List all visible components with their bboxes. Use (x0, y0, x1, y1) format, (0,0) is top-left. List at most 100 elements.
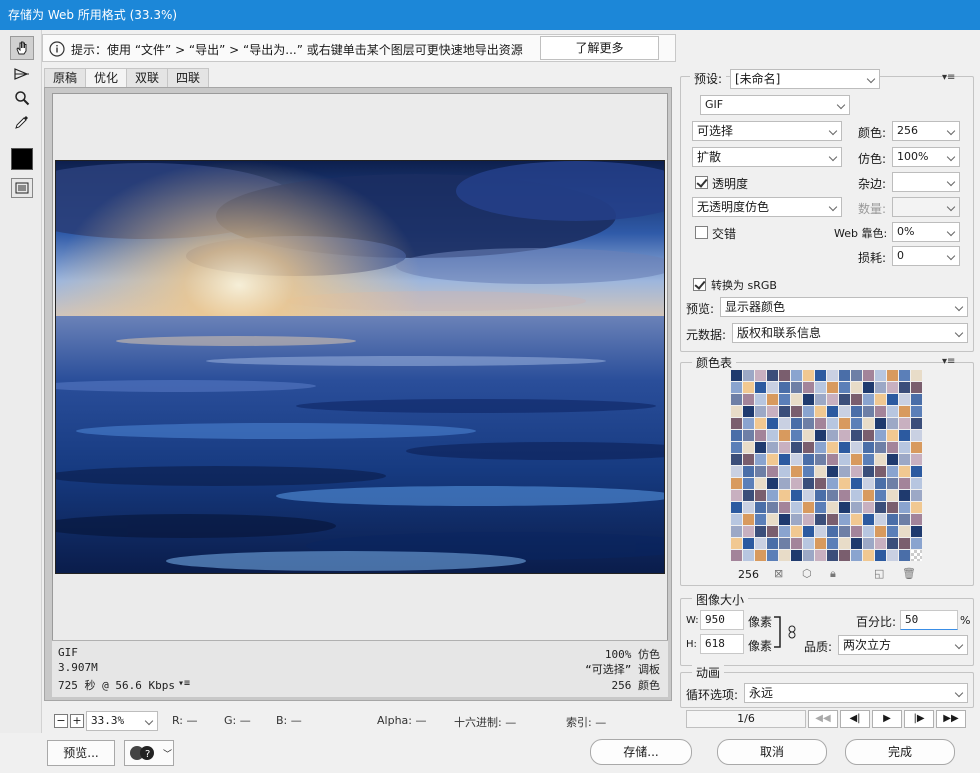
interlaced-checkbox[interactable] (695, 226, 708, 239)
color-swatch[interactable] (851, 466, 862, 477)
reduction-select[interactable]: 可选择 (692, 121, 842, 141)
color-swatch[interactable] (851, 538, 862, 549)
color-swatch[interactable] (767, 478, 778, 489)
color-swatch[interactable] (731, 430, 742, 441)
color-swatch[interactable] (803, 478, 814, 489)
color-swatch[interactable] (791, 550, 802, 561)
color-swatch[interactable] (815, 370, 826, 381)
color-swatch[interactable] (767, 502, 778, 513)
color-swatch[interactable] (887, 466, 898, 477)
color-swatch[interactable] (851, 430, 862, 441)
zoom-out-button[interactable]: − (54, 714, 68, 728)
color-swatch[interactable] (791, 454, 802, 465)
percent-field[interactable]: 50 (900, 610, 958, 630)
color-swatch[interactable] (851, 442, 862, 453)
color-swatch[interactable] (851, 418, 862, 429)
color-swatch[interactable] (815, 490, 826, 501)
slice-select-tool-icon[interactable] (10, 62, 34, 86)
color-table-menu-icon[interactable]: ▾≡ (942, 356, 955, 367)
color-swatch[interactable] (863, 466, 874, 477)
color-swatch[interactable] (755, 406, 766, 417)
color-swatch[interactable] (887, 394, 898, 405)
color-swatch[interactable] (779, 514, 790, 525)
color-swatch[interactable] (731, 526, 742, 537)
color-swatch[interactable] (911, 514, 922, 525)
first-frame-button[interactable]: ◀◀ (808, 710, 838, 728)
prev-frame-button[interactable]: ◀| (840, 710, 870, 728)
color-swatch[interactable] (767, 466, 778, 477)
color-swatch[interactable] (911, 406, 922, 417)
color-swatch[interactable] (875, 514, 886, 525)
color-swatch[interactable] (779, 430, 790, 441)
color-swatch[interactable] (767, 514, 778, 525)
color-swatch[interactable] (803, 454, 814, 465)
color-swatch[interactable] (767, 526, 778, 537)
color-swatch[interactable] (731, 478, 742, 489)
color-swatch[interactable] (815, 538, 826, 549)
color-swatch[interactable] (887, 502, 898, 513)
color-swatch[interactable] (767, 550, 778, 561)
color-swatch[interactable] (803, 538, 814, 549)
color-swatch[interactable] (791, 382, 802, 393)
color-swatch[interactable] (911, 490, 922, 501)
color-swatch[interactable] (911, 526, 922, 537)
color-swatch[interactable] (875, 442, 886, 453)
color-swatch[interactable] (899, 430, 910, 441)
color-swatch[interactable] (887, 430, 898, 441)
convert-srgb-checkbox[interactable] (693, 278, 706, 291)
optimize-menu-icon[interactable]: ▾≡ (942, 72, 955, 83)
color-swatch[interactable] (743, 394, 754, 405)
color-swatch[interactable] (839, 502, 850, 513)
tab-2-up[interactable]: 双联 (126, 68, 169, 88)
color-swatch[interactable] (839, 406, 850, 417)
color-swatch[interactable] (731, 394, 742, 405)
color-swatch[interactable] (791, 514, 802, 525)
color-swatch[interactable] (791, 538, 802, 549)
height-field[interactable]: 618 (700, 634, 744, 654)
color-swatch[interactable] (803, 382, 814, 393)
color-swatch[interactable] (887, 550, 898, 561)
color-swatch[interactable] (755, 394, 766, 405)
transparency-checkbox[interactable] (695, 176, 708, 189)
color-swatch[interactable] (899, 466, 910, 477)
color-swatch[interactable] (827, 490, 838, 501)
color-swatch[interactable] (911, 466, 922, 477)
color-swatch[interactable] (755, 526, 766, 537)
color-swatch[interactable] (815, 502, 826, 513)
color-swatch[interactable] (815, 382, 826, 393)
color-swatch[interactable] (851, 406, 862, 417)
color-swatch[interactable] (851, 394, 862, 405)
color-swatch[interactable] (899, 514, 910, 525)
color-swatch[interactable] (767, 382, 778, 393)
matte-select[interactable] (892, 172, 960, 192)
color-swatch[interactable] (899, 478, 910, 489)
color-swatch[interactable] (851, 550, 862, 561)
next-frame-button[interactable]: |▶ (904, 710, 934, 728)
preview-image[interactable] (55, 160, 665, 574)
color-swatch[interactable] (755, 550, 766, 561)
color-swatch[interactable] (791, 442, 802, 453)
color-swatch[interactable] (911, 538, 922, 549)
color-swatch[interactable] (863, 502, 874, 513)
preview-button[interactable]: 预览... (47, 740, 115, 766)
color-swatch[interactable] (779, 394, 790, 405)
color-swatch[interactable] (911, 502, 922, 513)
color-swatch[interactable] (803, 406, 814, 417)
transparency-dither-select[interactable]: 无透明度仿色 (692, 197, 842, 217)
color-swatch[interactable] (755, 430, 766, 441)
color-swatch[interactable] (743, 442, 754, 453)
color-swatch[interactable] (767, 370, 778, 381)
color-swatch[interactable] (899, 442, 910, 453)
color-swatch[interactable] (875, 406, 886, 417)
color-swatch[interactable] (851, 526, 862, 537)
browser-preview-button[interactable]: ? ﹀ (124, 740, 174, 766)
color-swatch[interactable] (743, 502, 754, 513)
color-swatch[interactable] (851, 454, 862, 465)
color-swatch[interactable] (887, 370, 898, 381)
color-swatch[interactable] (827, 406, 838, 417)
color-swatch[interactable] (731, 490, 742, 501)
color-swatch[interactable] (887, 406, 898, 417)
color-swatch[interactable] (743, 418, 754, 429)
color-swatch[interactable] (803, 394, 814, 405)
color-swatch[interactable] (767, 394, 778, 405)
